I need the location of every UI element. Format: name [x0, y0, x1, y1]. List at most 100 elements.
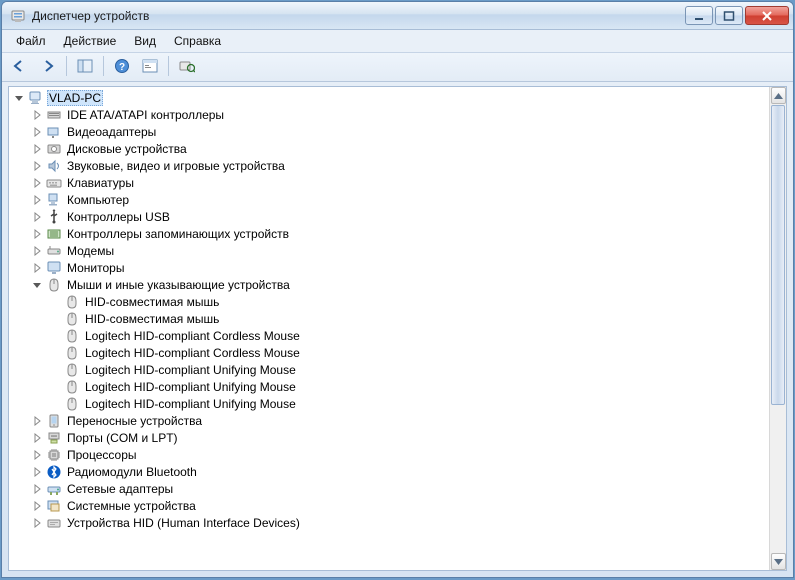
- category-label[interactable]: Сетевые адаптеры: [65, 482, 175, 496]
- scroll-thumb[interactable]: [771, 105, 785, 405]
- device-category[interactable]: Контроллеры запоминающих устройств: [31, 225, 769, 242]
- device-item[interactable]: Logitech HID-compliant Unifying Mouse: [49, 361, 769, 378]
- menu-action[interactable]: Действие: [56, 32, 125, 50]
- category-label[interactable]: Видеоадаптеры: [65, 125, 158, 139]
- titlebar[interactable]: Диспетчер устройств: [2, 2, 793, 30]
- category-label[interactable]: Дисковые устройства: [65, 142, 189, 156]
- expander-icon[interactable]: [31, 228, 43, 240]
- device-tree[interactable]: VLAD-PC IDE ATA/ATAPI контроллеры Видеоа…: [9, 87, 769, 570]
- device-category[interactable]: Мыши и иные указывающие устройства: [31, 276, 769, 293]
- expander-icon[interactable]: [31, 177, 43, 189]
- forward-button[interactable]: [36, 55, 60, 77]
- expander-icon[interactable]: [31, 500, 43, 512]
- device-category[interactable]: Звуковые, видео и игровые устройства: [31, 157, 769, 174]
- device-label[interactable]: Logitech HID-compliant Unifying Mouse: [83, 397, 298, 411]
- device-category[interactable]: Дисковые устройства: [31, 140, 769, 157]
- vertical-scrollbar[interactable]: [769, 87, 786, 570]
- expander-icon[interactable]: [31, 483, 43, 495]
- tree-root-node[interactable]: VLAD-PC: [13, 89, 769, 106]
- category-label[interactable]: Модемы: [65, 244, 116, 258]
- scroll-up-button[interactable]: [771, 87, 786, 104]
- expander-icon[interactable]: [31, 262, 43, 274]
- category-label[interactable]: Радиомодули Bluetooth: [65, 465, 199, 479]
- device-category[interactable]: Компьютер: [31, 191, 769, 208]
- device-category[interactable]: Системные устройства: [31, 497, 769, 514]
- mouse-icon: [64, 294, 80, 310]
- device-label[interactable]: Logitech HID-compliant Cordless Mouse: [83, 346, 302, 360]
- expander-icon[interactable]: [31, 109, 43, 121]
- menu-help[interactable]: Справка: [166, 32, 229, 50]
- device-label[interactable]: HID-совместимая мышь: [83, 295, 221, 309]
- device-category[interactable]: Модемы: [31, 242, 769, 259]
- device-label[interactable]: HID-совместимая мышь: [83, 312, 221, 326]
- expander-icon[interactable]: [13, 92, 25, 104]
- category-label[interactable]: Мониторы: [65, 261, 126, 275]
- help-button[interactable]: ?: [110, 55, 134, 77]
- expander-icon[interactable]: [31, 279, 43, 291]
- menu-file[interactable]: Файл: [8, 32, 54, 50]
- expander-icon[interactable]: [31, 160, 43, 172]
- device-item[interactable]: Logitech HID-compliant Unifying Mouse: [49, 378, 769, 395]
- device-category[interactable]: Клавиатуры: [31, 174, 769, 191]
- mouse-icon: [46, 277, 62, 293]
- root-label[interactable]: VLAD-PC: [47, 90, 103, 106]
- expander-icon[interactable]: [31, 211, 43, 223]
- category-label[interactable]: Порты (COM и LPT): [65, 431, 180, 445]
- mouse-icon: [64, 345, 80, 361]
- category-label[interactable]: Контроллеры USB: [65, 210, 172, 224]
- device-category[interactable]: Устройства HID (Human Interface Devices): [31, 514, 769, 531]
- device-category[interactable]: IDE ATA/ATAPI контроллеры: [31, 106, 769, 123]
- ide-icon: [46, 107, 62, 123]
- device-label[interactable]: Logitech HID-compliant Cordless Mouse: [83, 329, 302, 343]
- device-item[interactable]: Logitech HID-compliant Cordless Mouse: [49, 344, 769, 361]
- minimize-button[interactable]: [685, 6, 713, 25]
- back-button[interactable]: [8, 55, 32, 77]
- category-label[interactable]: Звуковые, видео и игровые устройства: [65, 159, 287, 173]
- maximize-button[interactable]: [715, 6, 743, 25]
- category-label[interactable]: Системные устройства: [65, 499, 198, 513]
- expander-icon[interactable]: [31, 143, 43, 155]
- category-label[interactable]: Переносные устройства: [65, 414, 204, 428]
- show-hide-tree-button[interactable]: [73, 55, 97, 77]
- device-item[interactable]: Logitech HID-compliant Cordless Mouse: [49, 327, 769, 344]
- category-label[interactable]: Контроллеры запоминающих устройств: [65, 227, 291, 241]
- category-label[interactable]: Компьютер: [65, 193, 131, 207]
- device-category[interactable]: Радиомодули Bluetooth: [31, 463, 769, 480]
- toolbar-separator: [66, 56, 67, 76]
- expander-icon[interactable]: [31, 517, 43, 529]
- device-category[interactable]: Сетевые адаптеры: [31, 480, 769, 497]
- scroll-down-button[interactable]: [771, 553, 786, 570]
- device-item[interactable]: Logitech HID-compliant Unifying Mouse: [49, 395, 769, 412]
- menu-view[interactable]: Вид: [126, 32, 164, 50]
- keyboard-icon: [46, 175, 62, 191]
- cpu-icon: [46, 447, 62, 463]
- category-label[interactable]: Мыши и иные указывающие устройства: [65, 278, 292, 292]
- device-item[interactable]: HID-совместимая мышь: [49, 293, 769, 310]
- expander-icon[interactable]: [31, 126, 43, 138]
- mouse-icon: [64, 362, 80, 378]
- device-category[interactable]: Видеоадаптеры: [31, 123, 769, 140]
- device-category[interactable]: Переносные устройства: [31, 412, 769, 429]
- device-item[interactable]: HID-совместимая мышь: [49, 310, 769, 327]
- category-label[interactable]: Устройства HID (Human Interface Devices): [65, 516, 302, 530]
- app-icon: [10, 8, 26, 24]
- device-category[interactable]: Мониторы: [31, 259, 769, 276]
- portable-icon: [46, 413, 62, 429]
- device-category[interactable]: Контроллеры USB: [31, 208, 769, 225]
- device-label[interactable]: Logitech HID-compliant Unifying Mouse: [83, 380, 298, 394]
- close-button[interactable]: [745, 6, 789, 25]
- expander-icon[interactable]: [31, 245, 43, 257]
- category-label[interactable]: Процессоры: [65, 448, 139, 462]
- expander-icon[interactable]: [31, 432, 43, 444]
- category-label[interactable]: Клавиатуры: [65, 176, 136, 190]
- expander-icon[interactable]: [31, 466, 43, 478]
- expander-icon[interactable]: [31, 194, 43, 206]
- expander-icon[interactable]: [31, 449, 43, 461]
- device-category[interactable]: Порты (COM и LPT): [31, 429, 769, 446]
- device-label[interactable]: Logitech HID-compliant Unifying Mouse: [83, 363, 298, 377]
- category-label[interactable]: IDE ATA/ATAPI контроллеры: [65, 108, 226, 122]
- device-category[interactable]: Процессоры: [31, 446, 769, 463]
- properties-button[interactable]: [138, 55, 162, 77]
- expander-icon[interactable]: [31, 415, 43, 427]
- scan-hardware-button[interactable]: [175, 55, 199, 77]
